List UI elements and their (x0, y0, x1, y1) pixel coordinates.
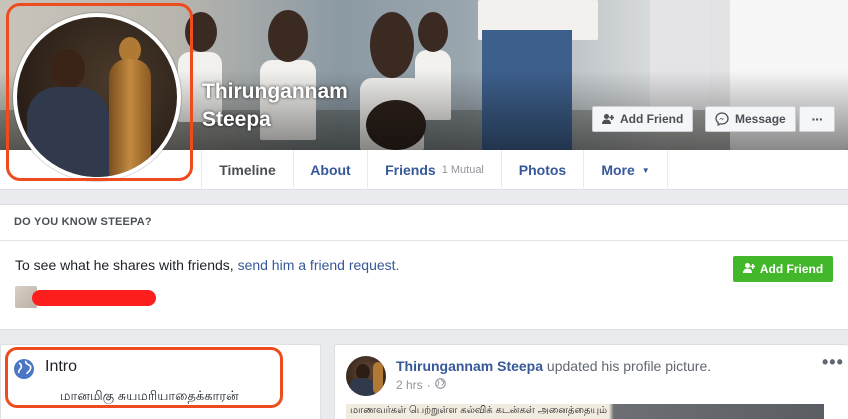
post-header: Thirungannam Steepa updated his profile … (396, 358, 711, 374)
more-options-button[interactable]: ··· (799, 106, 835, 132)
add-person-icon (602, 113, 614, 125)
chevron-down-icon: ▼ (641, 165, 650, 175)
messenger-icon (715, 112, 729, 126)
globe-small-icon[interactable] (434, 378, 446, 392)
post-author-link[interactable]: Thirungannam Steepa (396, 358, 543, 374)
mutual-count: 1 Mutual (441, 164, 484, 176)
know-user-heading: DO YOU KNOW STEEPA? (14, 216, 152, 228)
tab-friends[interactable]: Friends 1 Mutual (367, 150, 501, 190)
post-author-avatar[interactable] (346, 356, 386, 396)
tab-about[interactable]: About (293, 150, 367, 190)
meta-separator: · (426, 378, 431, 392)
add-friend-button-green[interactable]: Add Friend (733, 256, 833, 282)
post-image-caption: மாணவர்கள் பெற்றுள்ள கல்விக் கடன்கள் அனைத… (350, 405, 608, 416)
message-button[interactable]: Message (705, 106, 796, 132)
profile-name[interactable]: Thirungannam Steepa (202, 78, 392, 134)
more-dots-icon: ··· (811, 111, 824, 127)
card-divider (0, 240, 848, 241)
tab-photos[interactable]: Photos (501, 150, 583, 190)
profile-page: Thirungannam Steepa Add Friend Message ··… (0, 0, 848, 419)
post-options-button[interactable]: ••• (822, 352, 844, 373)
annotation-box-profile (6, 3, 193, 181)
message-label: Message (735, 112, 786, 126)
tab-more[interactable]: More ▼ (583, 150, 668, 190)
add-friend-button[interactable]: Add Friend (592, 106, 694, 132)
post-meta: 2 hrs · (396, 378, 446, 392)
post-action: updated his profile picture. (543, 358, 712, 374)
post-timestamp[interactable]: 2 hrs (396, 378, 423, 392)
add-friend-label: Add Friend (620, 112, 684, 126)
friend-request-prompt: To see what he shares with friends, send… (15, 257, 400, 273)
send-friend-request-link[interactable]: send him a friend request. (238, 257, 400, 273)
add-friend-label: Add Friend (759, 262, 824, 276)
redacted-name (32, 290, 156, 306)
annotation-box-intro (5, 347, 283, 408)
tab-timeline[interactable]: Timeline (201, 150, 293, 190)
add-person-icon (742, 262, 756, 277)
